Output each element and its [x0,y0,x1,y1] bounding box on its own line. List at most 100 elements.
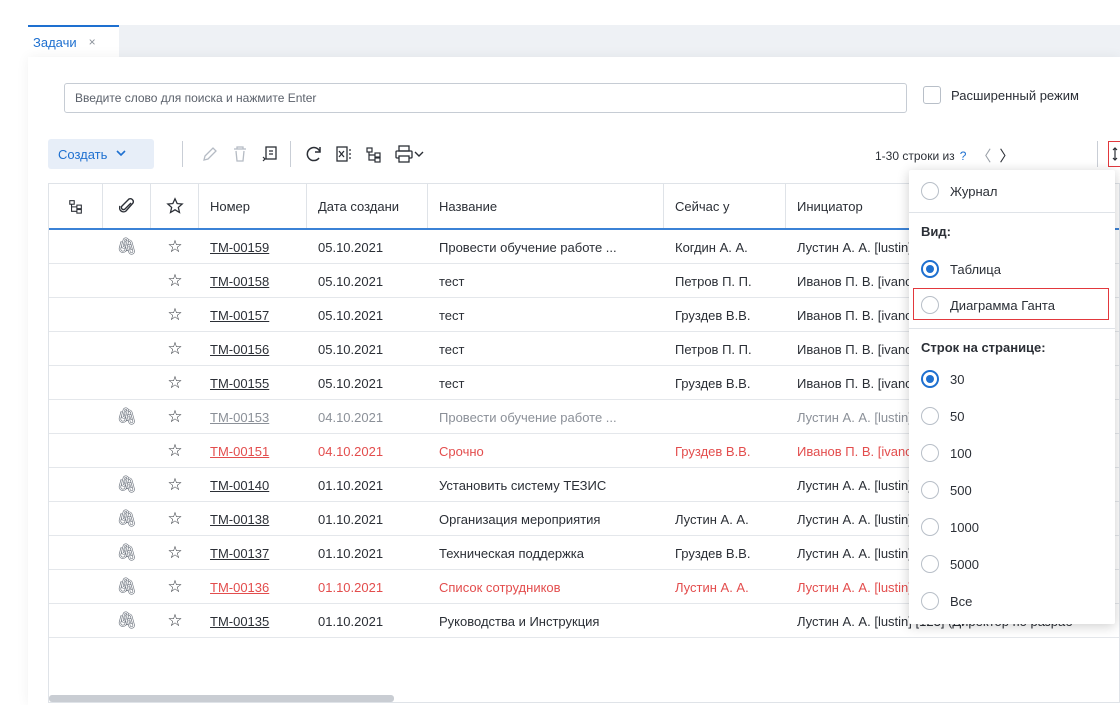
task-number-link[interactable]: ТМ-00159 [210,230,307,264]
table-settings-popup: Журнал Вид: Таблица Диаграмма Ганта Стро… [909,170,1115,624]
advanced-mode-label: Расширенный режим [951,87,1079,103]
task-number-link[interactable]: ТМ-00153 [210,400,307,434]
column-created-date[interactable]: Дата создани [307,184,428,228]
radio-button-selected[interactable] [921,370,939,388]
task-number-link[interactable]: ТМ-00138 [210,502,307,536]
refresh-icon[interactable] [302,142,326,166]
task-name-cell: Провести обучение работе ... [439,409,617,425]
view-option-table[interactable]: Таблица [921,260,1001,278]
task-number-link[interactable]: ТМ-00151 [210,434,307,468]
created-date-cell: 05.10.2021 [318,307,384,323]
radio-button[interactable] [921,296,939,314]
created-date-cell: 01.10.2021 [318,477,384,493]
star-icon[interactable]: ☆ [151,400,199,434]
excel-icon[interactable] [332,142,356,166]
pager-text: 1-30 строки из [875,148,955,163]
assignee-cell: Петров П. П. [675,341,752,357]
star-icon[interactable]: ☆ [151,502,199,536]
chevron-down-icon[interactable] [412,142,426,166]
horizontal-scrollbar[interactable] [49,695,394,702]
rows-option-label: 5000 [950,556,979,572]
radio-button-selected[interactable] [921,260,939,278]
star-icon[interactable]: ☆ [151,298,199,332]
radio-button[interactable] [921,407,939,425]
rows-option-label: 50 [950,408,965,424]
hierarchy-icon[interactable] [49,184,103,228]
advanced-mode-toggle[interactable]: Расширенный режим [923,86,1079,104]
task-number-link[interactable]: ТМ-00156 [210,332,307,366]
rows-per-page-option[interactable]: 5000 [921,555,979,573]
radio-button[interactable] [921,481,939,499]
radio-button[interactable] [921,182,939,200]
tab-tasks[interactable]: Задачи × [28,25,119,57]
task-name-cell: тест [439,375,465,391]
paperclip-icon[interactable] [103,184,151,228]
hierarchy-icon[interactable] [362,142,386,166]
star-icon[interactable]: ☆ [151,570,199,604]
created-date-cell: 01.10.2021 [318,579,384,595]
star-icon[interactable]: ☆ [151,604,199,638]
divider [909,328,1115,329]
create-button[interactable]: Создать [48,139,154,169]
rows-per-page-option[interactable]: 50 [921,407,964,425]
paperclip-icon: 🖇 [116,577,138,596]
assignee-cell: Лустин А. А. [675,579,749,595]
toolbar-divider [290,141,291,167]
column-number[interactable]: Номер [199,184,307,228]
edit-icon[interactable] [198,142,222,166]
pager-total-question[interactable]: ? [960,149,967,163]
task-number-link[interactable]: ТМ-00157 [210,298,307,332]
pager: 1-30 строки из ? 〈 〉 [875,145,1014,166]
star-icon[interactable]: ☆ [151,366,199,400]
tab-label: Задачи [33,34,77,50]
star-icon[interactable]: ☆ [151,536,199,570]
toolbar-divider [1097,141,1098,167]
task-number-link[interactable]: ТМ-00140 [210,468,307,502]
template-icon[interactable] [258,142,282,166]
assignee-cell: Петров П. П. [675,273,752,289]
radio-button[interactable] [921,444,939,462]
task-name-cell: тест [439,341,465,357]
next-page-button[interactable]: 〉 [999,145,1014,166]
star-icon[interactable]: ☆ [151,332,199,366]
star-icon[interactable]: ☆ [151,230,199,264]
prev-page-button[interactable]: 〈 [976,145,991,166]
columns-settings-icon[interactable] [1108,141,1120,167]
column-name[interactable]: Название [428,184,664,228]
view-option-gantt[interactable]: Диаграмма Ганта [921,296,1055,314]
rows-per-page-option[interactable]: 30 [921,370,964,388]
rows-option-label: Все [950,593,973,609]
rows-option-label: 500 [950,482,972,498]
paperclip-icon: 🖇 [116,407,138,426]
advanced-mode-checkbox[interactable] [923,86,941,104]
task-number-link[interactable]: ТМ-00135 [210,604,307,638]
created-date-cell: 05.10.2021 [318,239,384,255]
rows-per-page-option[interactable]: 1000 [921,518,979,536]
search-placeholder: Введите слово для поиска и нажмите Enter [75,91,317,105]
delete-icon[interactable] [228,142,252,166]
close-icon[interactable]: × [89,35,96,49]
created-date-cell: 05.10.2021 [318,375,384,391]
radio-button[interactable] [921,518,939,536]
column-assignee[interactable]: Сейчас у [664,184,786,228]
star-icon[interactable] [151,184,199,228]
created-date-cell: 04.10.2021 [318,443,384,459]
paperclip-icon [103,366,151,400]
rows-per-page-option[interactable]: 100 [921,444,972,462]
star-icon[interactable]: ☆ [151,434,199,468]
chevron-down-icon [116,149,126,160]
radio-button[interactable] [921,555,939,573]
journal-option[interactable]: Журнал [921,182,997,200]
star-icon[interactable]: ☆ [151,264,199,298]
rows-per-page-option[interactable]: Все [921,592,972,610]
task-number-link[interactable]: ТМ-00136 [210,570,307,604]
task-number-link[interactable]: ТМ-00158 [210,264,307,298]
rows-option-label: 100 [950,445,972,461]
search-input[interactable]: Введите слово для поиска и нажмите Enter [64,83,907,113]
star-icon[interactable]: ☆ [151,468,199,502]
rows-per-page-option[interactable]: 500 [921,481,972,499]
task-number-link[interactable]: ТМ-00155 [210,366,307,400]
task-number-link[interactable]: ТМ-00137 [210,536,307,570]
radio-button[interactable] [921,592,939,610]
paperclip-icon [103,332,151,366]
